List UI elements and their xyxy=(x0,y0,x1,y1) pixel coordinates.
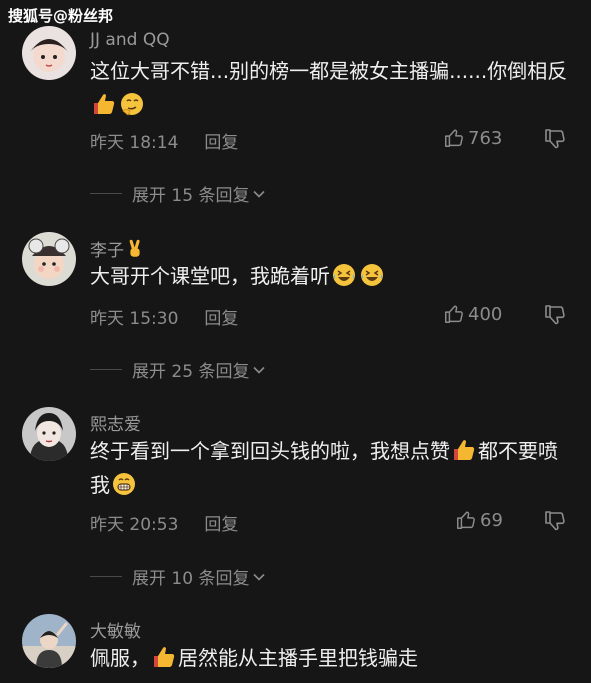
like-button[interactable]: 69 xyxy=(455,509,503,531)
thumbs-up-icon xyxy=(455,509,477,531)
divider xyxy=(90,193,122,194)
comment-text-part: 居然能从主播手里把钱骗走 xyxy=(178,646,418,670)
victory-hand-emoji xyxy=(125,239,145,259)
expand-replies-label: 展开 10 条回复 xyxy=(132,569,250,589)
like-count: 763 xyxy=(468,127,503,149)
timestamp: 昨天 18:14 xyxy=(90,133,179,153)
thumbs-up-icon xyxy=(443,303,465,325)
comment-text: 佩服， 居然能从主播手里把钱骗走 xyxy=(90,641,570,675)
comment-text-part: 大哥开个课堂吧，我跪着听 xyxy=(90,264,330,288)
like-count: 400 xyxy=(468,303,503,325)
comment-text-part: 这位大哥不错...别的榜一都是被女主播骗......你倒相反 xyxy=(90,59,568,83)
like-button[interactable]: 763 xyxy=(443,127,502,149)
thumbs-up-emoji xyxy=(451,437,477,463)
avatar[interactable] xyxy=(22,232,76,286)
comment-meta: 昨天 20:53 回复 xyxy=(90,510,238,535)
thumbs-down-icon xyxy=(543,509,567,533)
expand-replies-button[interactable]: 展开 10 条回复 xyxy=(90,564,266,589)
comment-meta: 昨天 15:30 回复 xyxy=(90,304,238,329)
comment-text-part: 终于看到一个拿到回头钱的啦，我想点赞 xyxy=(90,439,450,463)
like-button[interactable]: 400 xyxy=(443,303,502,325)
thumbs-up-emoji xyxy=(151,644,177,670)
dislike-button[interactable] xyxy=(543,127,567,151)
divider xyxy=(90,576,122,577)
username[interactable]: 李子 xyxy=(90,236,146,261)
avatar[interactable] xyxy=(22,26,76,80)
thinking-face-emoji xyxy=(119,91,145,117)
avatar[interactable] xyxy=(22,407,76,461)
expand-replies-button[interactable]: 展开 15 条回复 xyxy=(90,181,266,206)
timestamp: 昨天 20:53 xyxy=(90,515,179,535)
rolling-laughing-emoji xyxy=(331,262,357,288)
like-count: 69 xyxy=(480,509,503,531)
thumbs-up-icon xyxy=(443,127,465,149)
thumbs-down-icon xyxy=(543,303,567,327)
comment-text: 终于看到一个拿到回头钱的啦，我想点赞 都不要喷我 xyxy=(90,434,570,502)
expand-replies-button[interactable]: 展开 25 条回复 xyxy=(90,357,266,382)
comment-text-part: 佩服， xyxy=(90,646,150,670)
dislike-button[interactable] xyxy=(543,303,567,327)
grinning-face-emoji xyxy=(111,471,137,497)
chevron-down-icon xyxy=(252,363,266,377)
chevron-down-icon xyxy=(252,187,266,201)
username-text: 李子 xyxy=(90,241,124,261)
reply-button[interactable]: 回复 xyxy=(204,304,238,329)
comment-text: 大哥开个课堂吧，我跪着听 xyxy=(90,259,570,293)
username[interactable]: 熙志爱 xyxy=(90,410,141,435)
reply-button[interactable]: 回复 xyxy=(204,128,238,153)
timestamp: 昨天 15:30 xyxy=(90,309,179,329)
dislike-button[interactable] xyxy=(543,509,567,533)
username[interactable]: 大敏敏 xyxy=(90,617,141,642)
comment-text: 这位大哥不错...别的榜一都是被女主播骗......你倒相反 xyxy=(90,54,570,122)
expand-replies-label: 展开 25 条回复 xyxy=(132,362,250,382)
thumbs-down-icon xyxy=(543,127,567,151)
expand-replies-label: 展开 15 条回复 xyxy=(132,186,250,206)
username[interactable]: JJ and QQ xyxy=(90,30,170,50)
comment-meta: 昨天 18:14 回复 xyxy=(90,128,238,153)
rolling-laughing-emoji xyxy=(359,262,385,288)
thumbs-up-emoji xyxy=(91,91,117,117)
avatar[interactable] xyxy=(22,614,76,668)
reply-button[interactable]: 回复 xyxy=(204,510,238,535)
chevron-down-icon xyxy=(252,570,266,584)
watermark: 搜狐号@粉丝邦 xyxy=(8,7,114,25)
divider xyxy=(90,369,122,370)
